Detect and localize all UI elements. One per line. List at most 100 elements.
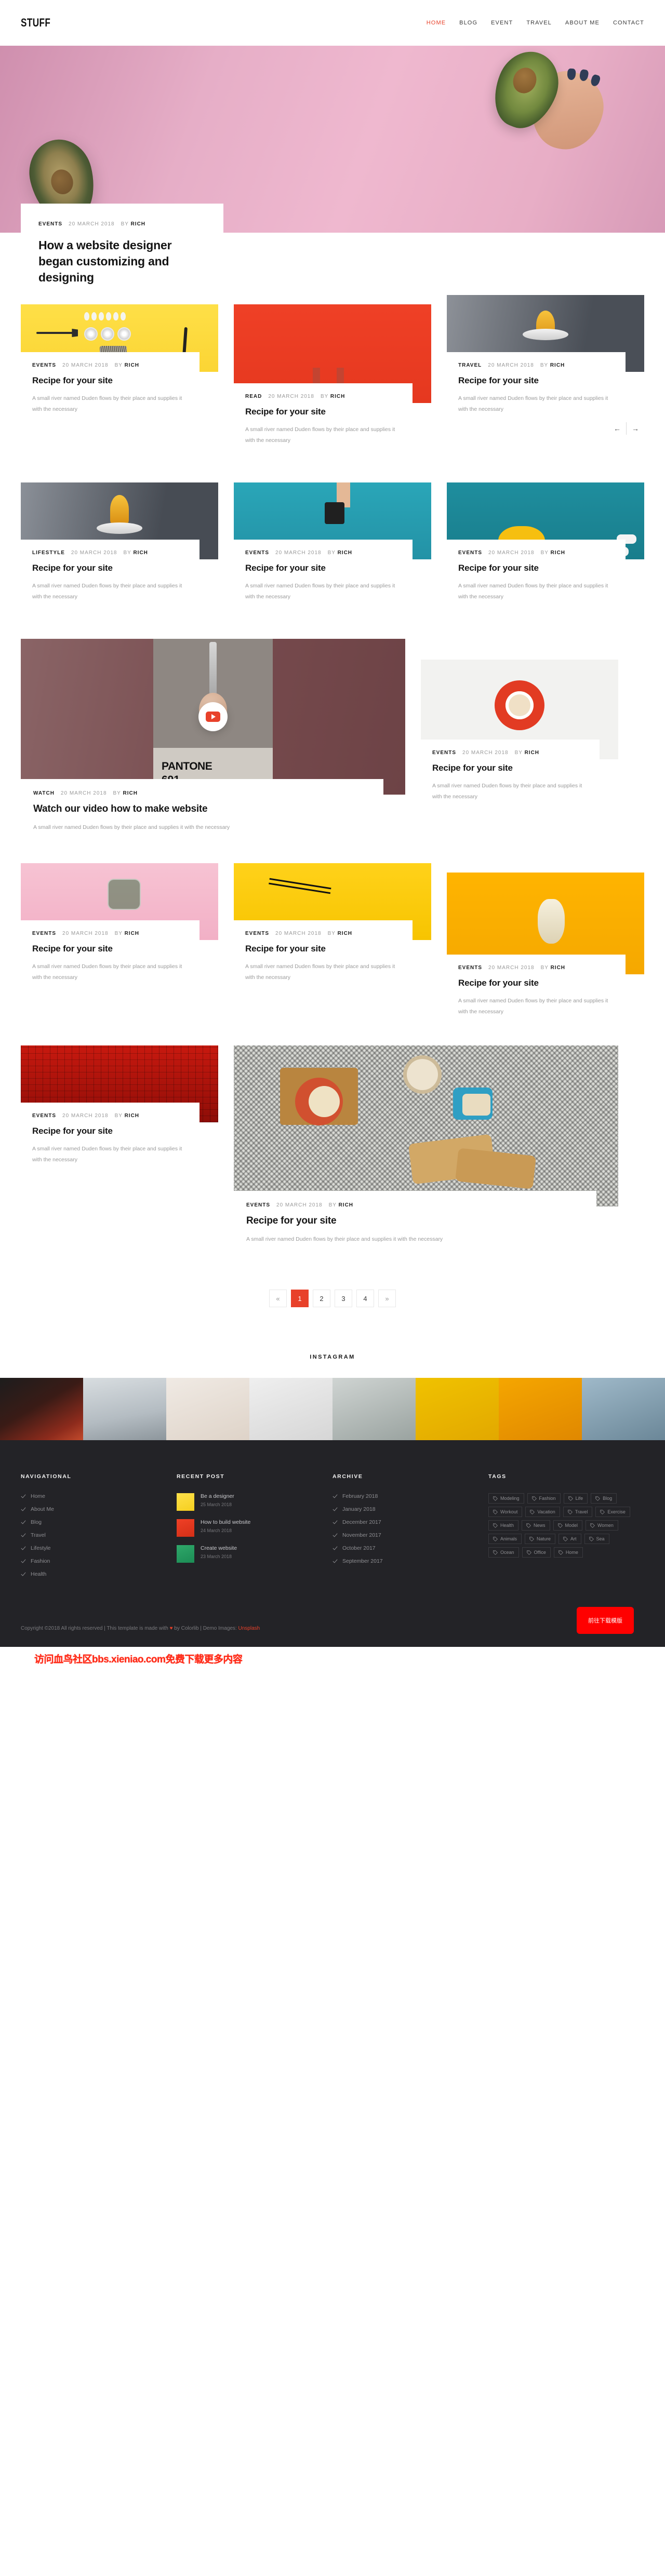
nav-item-home[interactable]: HOME [427, 20, 446, 26]
blog-card[interactable]: EVENTS 20 MARCH 2018 BY RICH Recipe for … [234, 482, 431, 602]
archive-item[interactable]: January 2018 [332, 1506, 488, 1512]
tag-chip[interactable]: Art [558, 1534, 581, 1544]
footer-nav-item[interactable]: Fashion [21, 1558, 177, 1564]
tag-chip[interactable]: Ocean [488, 1547, 519, 1558]
tag-chip[interactable]: Travel [563, 1507, 593, 1517]
card-category[interactable]: EVENTS [432, 750, 456, 756]
tag-chip[interactable]: Modeling [488, 1493, 524, 1504]
blog-card[interactable]: LIFESTYLE 20 MARCH 2018 BY RICH Recipe f… [21, 482, 218, 602]
tag-chip[interactable]: Vacation [525, 1507, 560, 1517]
tag-chip[interactable]: Nature [525, 1534, 556, 1544]
arrow-right-icon[interactable]: → [627, 420, 644, 437]
instagram-photo[interactable] [332, 1378, 416, 1440]
card-category[interactable]: EVENTS [32, 931, 56, 936]
play-video-button[interactable] [198, 702, 228, 731]
nav-item-about-me[interactable]: ABOUT ME [565, 20, 600, 26]
pagination-page-4[interactable]: 4 [356, 1290, 374, 1307]
tag-chip[interactable]: Blog [591, 1493, 617, 1504]
tag-chip[interactable]: Animals [488, 1534, 522, 1544]
card-title[interactable]: Recipe for your site [458, 563, 614, 573]
site-logo[interactable]: STUFF [21, 16, 50, 30]
blog-card[interactable]: EVENTS 20 MARCH 2018 BY RICH Recipe for … [421, 660, 618, 802]
pagination-page-2[interactable]: 2 [313, 1290, 330, 1307]
card-category[interactable]: EVENTS [32, 363, 56, 368]
card-title[interactable]: Recipe for your site [32, 944, 188, 954]
download-template-button[interactable]: 前往下载模版 [577, 1607, 634, 1634]
tag-chip[interactable]: Model [553, 1520, 583, 1531]
archive-item[interactable]: October 2017 [332, 1545, 488, 1551]
pagination-page-3[interactable]: 3 [335, 1290, 352, 1307]
footer-nav-item[interactable]: Blog [21, 1519, 177, 1525]
card-category[interactable]: EVENTS [458, 965, 482, 971]
recent-post-item[interactable]: Be a designer 25 March 2018 [177, 1493, 332, 1511]
hero-featured-card[interactable]: EVENTS 20 MARCH 2018 BY RICH How a websi… [21, 204, 223, 305]
card-title[interactable]: Watch our video how to make website [33, 803, 371, 815]
tag-chip[interactable]: Office [522, 1547, 551, 1558]
instagram-photo[interactable] [499, 1378, 582, 1440]
card-title[interactable]: Recipe for your site [458, 375, 614, 386]
tag-chip[interactable]: Sea [584, 1534, 609, 1544]
nav-item-blog[interactable]: BLOG [459, 20, 477, 26]
card-title[interactable]: Recipe for your site [32, 375, 188, 386]
card-title[interactable]: Recipe for your site [432, 763, 588, 773]
pagination-page-1[interactable]: 1 [291, 1290, 309, 1307]
archive-item[interactable]: September 2017 [332, 1558, 488, 1564]
tag-chip[interactable]: Women [586, 1520, 618, 1531]
card-title[interactable]: Recipe for your site [245, 944, 401, 954]
instagram-photo[interactable] [0, 1378, 83, 1440]
recent-post-title[interactable]: Be a designer [201, 1493, 234, 1499]
card-category[interactable]: TRAVEL [458, 363, 482, 368]
archive-item[interactable]: February 2018 [332, 1493, 488, 1499]
recent-post-item[interactable]: How to build website 24 March 2018 [177, 1519, 332, 1537]
card-category[interactable]: EVENTS [245, 931, 269, 936]
footer-nav-item[interactable]: Lifestyle [21, 1545, 177, 1551]
card-title[interactable]: Recipe for your site [245, 407, 401, 417]
card-title[interactable]: Recipe for your site [32, 563, 188, 573]
tag-chip[interactable]: Home [553, 1547, 583, 1558]
card-title[interactable]: Recipe for your site [246, 1215, 584, 1227]
card-category[interactable]: READ [245, 394, 262, 399]
footer-nav-item[interactable]: About Me [21, 1506, 177, 1512]
pagination-prev[interactable]: « [269, 1290, 287, 1307]
recent-post-title[interactable]: How to build website [201, 1519, 250, 1525]
instagram-photo[interactable] [83, 1378, 166, 1440]
tag-chip[interactable]: Exercise [595, 1507, 630, 1517]
tag-chip[interactable]: Fashion [527, 1493, 561, 1504]
instagram-photo[interactable] [249, 1378, 332, 1440]
footer-nav-item[interactable]: Home [21, 1493, 177, 1499]
tag-chip[interactable]: Health [488, 1520, 519, 1531]
blog-card[interactable]: EVENTS 20 MARCH 2018 BY RICH Recipe for … [447, 873, 644, 1017]
card-category[interactable]: EVENTS [245, 550, 269, 556]
instagram-photo[interactable] [166, 1378, 249, 1440]
footer-nav-item[interactable]: Travel [21, 1532, 177, 1538]
nav-item-contact[interactable]: CONTACT [613, 20, 644, 26]
hero-category[interactable]: EVENTS [38, 221, 62, 227]
recent-post-title[interactable]: Create website [201, 1545, 237, 1551]
blog-card[interactable]: EVENTS 20 MARCH 2018 BY RICH Recipe for … [234, 863, 431, 983]
card-title[interactable]: Recipe for your site [32, 1126, 188, 1136]
blog-card[interactable]: EVENTS 20 MARCH 2018 BY RICH Recipe for … [447, 482, 644, 602]
card-title[interactable]: Recipe for your site [245, 563, 401, 573]
blog-card[interactable]: READ 20 MARCH 2018 BY RICH Recipe for yo… [234, 304, 431, 446]
arrow-left-icon[interactable]: ← [608, 420, 626, 437]
card-category[interactable]: EVENTS [32, 1113, 56, 1119]
blog-card[interactable]: EVENTS 20 MARCH 2018 BY RICH Recipe for … [21, 1045, 218, 1165]
archive-item[interactable]: November 2017 [332, 1532, 488, 1538]
card-category[interactable]: WATCH [33, 790, 55, 796]
blog-card[interactable]: EVENTS 20 MARCH 2018 BY RICH Recipe for … [21, 295, 218, 415]
recent-post-item[interactable]: Create website 23 March 2018 [177, 1545, 332, 1563]
footer-nav-item[interactable]: Health [21, 1571, 177, 1577]
tag-chip[interactable]: Workout [488, 1507, 523, 1517]
archive-item[interactable]: December 2017 [332, 1519, 488, 1525]
pagination-next[interactable]: » [378, 1290, 396, 1307]
card-category[interactable]: EVENTS [246, 1202, 270, 1208]
tag-chip[interactable]: Life [563, 1493, 588, 1504]
instagram-photo[interactable] [582, 1378, 665, 1440]
card-category[interactable]: EVENTS [458, 550, 482, 556]
card-category[interactable]: LIFESTYLE [32, 550, 65, 556]
blog-card[interactable]: EVENTS 20 MARCH 2018 BY RICH Recipe for … [234, 1045, 618, 1245]
hero-title[interactable]: How a website designer began customizing… [38, 237, 206, 286]
blog-card[interactable]: EVENTS 20 MARCH 2018 BY RICH Recipe for … [21, 863, 218, 983]
video-card[interactable]: PANTONE 691 WATCH 20 MARCH 2018 BY RICH … [21, 639, 405, 833]
instagram-photo[interactable] [416, 1378, 499, 1440]
